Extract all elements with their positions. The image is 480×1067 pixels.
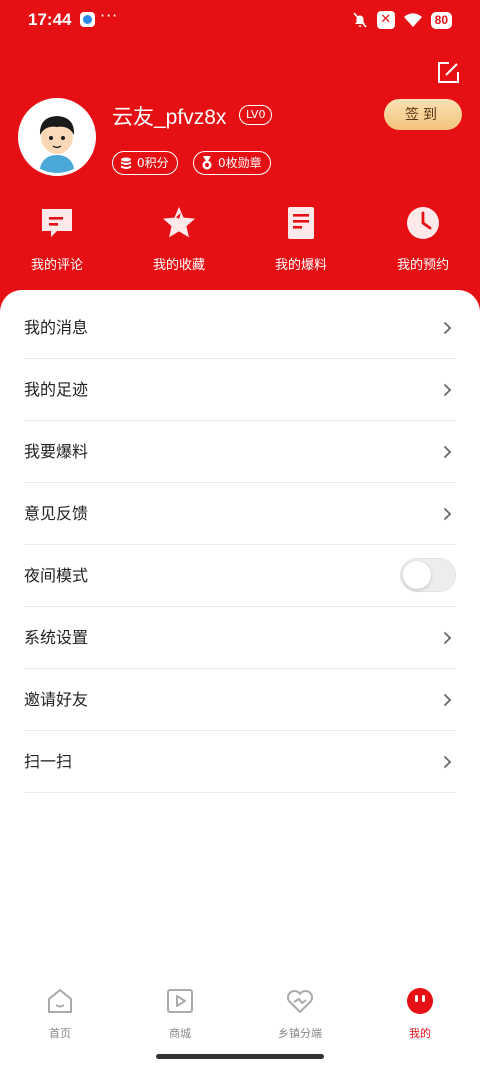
quick-action-label: 我的收藏 xyxy=(152,258,205,273)
menu-item-submit-report[interactable]: 我要爆料 xyxy=(24,421,456,483)
bell-muted-icon xyxy=(353,12,367,28)
boy-avatar-icon xyxy=(21,101,93,173)
menu-item-label: 系统设置 xyxy=(24,628,89,647)
menu-item-label: 邀请好友 xyxy=(24,690,89,709)
chevron-right-icon xyxy=(443,693,452,707)
more-notifications-icon: ··· xyxy=(100,6,119,25)
chevron-right-icon xyxy=(443,507,452,521)
home-indicator[interactable] xyxy=(156,1054,324,1059)
home-icon xyxy=(48,989,72,1013)
menu-item-label: 意见反馈 xyxy=(24,504,89,523)
clock-icon xyxy=(407,207,439,239)
menu-item-messages[interactable]: 我的消息 xyxy=(24,297,456,359)
chevron-right-icon xyxy=(443,383,452,397)
checkin-button[interactable]: 签到 xyxy=(384,99,462,130)
toggle-knob xyxy=(403,561,431,589)
coins-icon xyxy=(121,157,131,169)
menu-item-label: 我的足迹 xyxy=(24,380,89,399)
username: 云友_pfvz8x xyxy=(112,106,227,129)
chevron-right-icon xyxy=(443,445,452,459)
close-badge-icon: ✕ xyxy=(376,11,395,29)
chevron-right-icon xyxy=(443,631,452,645)
menu-item-settings[interactable]: 系统设置 xyxy=(24,607,456,669)
status-indicators: ✕ 80 xyxy=(351,10,452,30)
edit-icon[interactable] xyxy=(436,61,460,85)
comment-icon xyxy=(42,209,72,237)
menu-item-scan[interactable]: 扫一扫 xyxy=(24,731,456,793)
status-bar: 17:44 ··· ✕ 80 xyxy=(0,0,480,40)
quick-action-favorites[interactable]: 我的收藏 xyxy=(124,205,234,273)
menu-item-night-mode: 夜间模式 xyxy=(24,545,456,607)
play-icon xyxy=(167,989,193,1013)
badges-label: 0枚勋章 xyxy=(218,155,262,170)
profile-face-icon xyxy=(407,988,433,1014)
status-time: 17:44 xyxy=(28,10,72,29)
menu-item-feedback[interactable]: 意见反馈 xyxy=(24,483,456,545)
chevron-right-icon xyxy=(443,321,452,335)
level-badge: LV0 xyxy=(239,105,273,125)
menu-item-history[interactable]: 我的足迹 xyxy=(24,359,456,421)
night-mode-toggle[interactable] xyxy=(400,558,456,592)
tab-home[interactable]: 首页 xyxy=(10,986,110,1041)
menu-item-label: 夜间模式 xyxy=(24,566,89,585)
tab-label: 商城 xyxy=(169,1027,191,1040)
points-pill[interactable]: 0积分 xyxy=(112,151,178,175)
menu-item-label: 我的消息 xyxy=(24,318,89,337)
quick-action-label: 我的预约 xyxy=(396,258,449,273)
menu-item-label: 扫一扫 xyxy=(24,752,73,771)
menu-item-invite-friends[interactable]: 邀请好友 xyxy=(24,669,456,731)
tab-label: 我的 xyxy=(409,1027,431,1040)
chevron-right-icon xyxy=(443,755,452,769)
heart-hands-icon xyxy=(286,989,314,1013)
points-label: 0积分 xyxy=(137,155,169,170)
tab-township[interactable]: 乡镇分端 xyxy=(250,986,350,1041)
menu-item-label: 我要爆料 xyxy=(24,442,89,461)
quick-action-bookings[interactable]: 我的预约 xyxy=(368,205,478,273)
tab-label: 乡镇分端 xyxy=(278,1027,322,1040)
star-icon xyxy=(163,207,195,238)
quick-action-reports[interactable]: 我的爆料 xyxy=(246,205,356,273)
quick-action-comments[interactable]: 我的评论 xyxy=(2,205,112,273)
tab-mine[interactable]: 我的 xyxy=(370,986,470,1041)
tab-label: 首页 xyxy=(49,1027,71,1040)
badges-pill[interactable]: 0枚勋章 xyxy=(193,151,271,175)
avatar[interactable] xyxy=(18,98,96,176)
document-icon xyxy=(288,207,314,239)
battery-indicator: 80 xyxy=(430,11,452,29)
tab-mall[interactable]: 商城 xyxy=(130,986,230,1041)
medal-icon xyxy=(202,156,212,170)
notification-app-icon xyxy=(80,12,95,27)
quick-action-label: 我的评论 xyxy=(30,258,83,273)
wifi-icon xyxy=(403,13,422,27)
quick-action-label: 我的爆料 xyxy=(274,258,327,273)
